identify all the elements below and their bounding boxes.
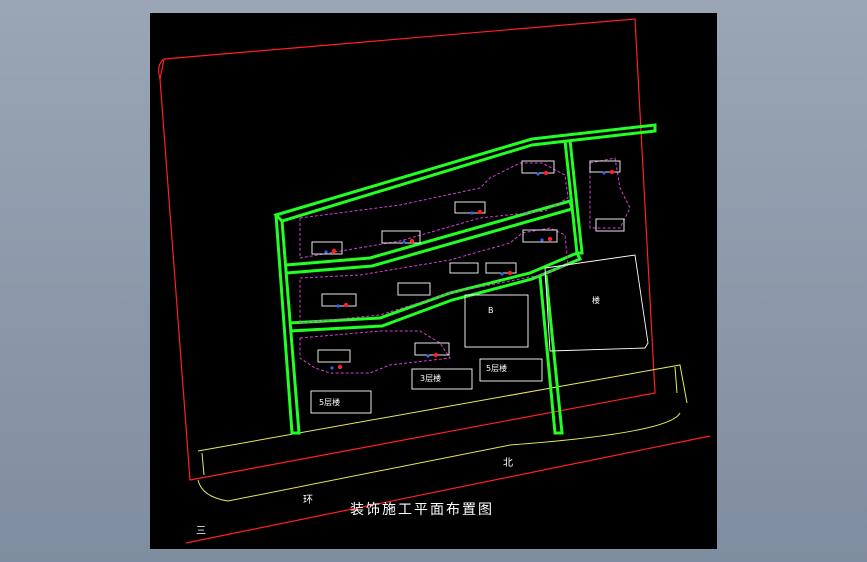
green-roads	[273, 123, 657, 435]
label-building-5f-mid: 5层楼	[486, 363, 507, 373]
site-boundary	[158, 18, 711, 544]
site-plan-drawing: 5层楼 5层楼 3层楼 B 楼 北 环 三 装饰施工平面布置图	[158, 18, 711, 544]
label-north: 北	[503, 457, 513, 469]
cad-canvas[interactable]: 5层楼 5层楼 3层楼 B 楼 北 环 三 装饰施工平面布置图	[150, 13, 717, 549]
label-building-3f: 3层楼	[420, 373, 441, 383]
building-b	[464, 294, 529, 348]
drawing-title: 装饰施工平面布置图	[350, 502, 494, 518]
label-ring: 环	[303, 495, 313, 506]
label-building-5f-left: 5层楼	[319, 397, 340, 407]
label-building-b: B	[488, 306, 494, 315]
label-building-big: 楼	[592, 295, 600, 305]
label-three: 三	[196, 526, 206, 537]
